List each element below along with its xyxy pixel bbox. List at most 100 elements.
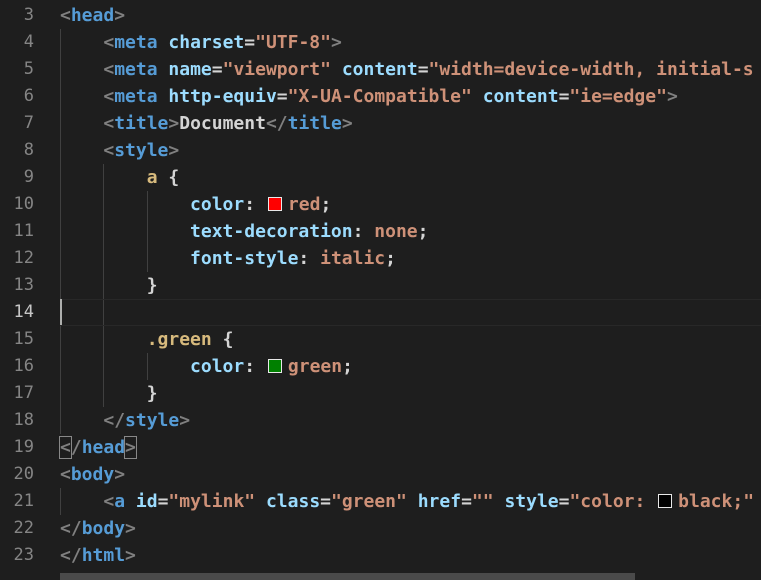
line-code: </head> [59,434,137,461]
code-line[interactable]: 22 </body> [0,515,761,542]
line-number: 23 [13,545,34,565]
code-token: > [330,32,342,53]
code-token: < [103,113,115,134]
code-line[interactable]: 10 color: red; [0,191,761,218]
code-token: : [244,194,266,215]
code-editor[interactable]: 3 <head> 4 <meta charset="UTF-8"> 5 <meta n… [0,0,761,580]
code-line[interactable]: 18 </style> [0,407,761,434]
code-token: < [103,32,115,53]
line-code: <meta charset="UTF-8"> [60,29,342,56]
code-token: color [190,194,245,215]
line-code: } [60,272,158,299]
code-token: > [341,113,353,134]
code-line[interactable]: 9 a { [0,164,761,191]
code-line[interactable]: 21 <a id="mylink" class="green" href="" … [0,488,761,515]
line-code: text-decoration: none; [60,218,428,245]
code-token: none [374,221,418,242]
code-token: = [558,491,570,512]
code-token: < [103,140,115,161]
code-token: color [190,356,245,377]
line-number: 8 [23,140,34,160]
code-line[interactable]: 5 <meta name="viewport" content="width=d… [0,56,761,83]
code-token: "ie=edge" [569,86,667,107]
code-line[interactable]: 16 color: green; [0,353,761,380]
code-token: Document [179,113,266,134]
code-line[interactable]: 17 } [0,380,761,407]
line-number: 3 [23,5,34,25]
code-token: } [60,383,158,404]
code-token: < [60,464,71,485]
line-code: } [60,380,158,407]
code-token: < [60,5,71,26]
code-line[interactable]: 4 <meta charset="UTF-8"> [0,29,761,56]
code-token: = [211,59,223,80]
code-token: red [287,194,321,215]
line-code: <title>Document</title> [60,110,353,137]
code-line[interactable]: 7 <title>Document</title> [0,110,761,137]
code-line[interactable]: 3 <head> [0,2,761,29]
code-token: a [114,491,126,512]
code-line[interactable]: 15 .green { [0,326,761,353]
line-number: 14 [13,302,34,322]
line-code: <a id="mylink" class="green" href="" sty… [60,488,754,515]
code-token: { [157,167,180,188]
code-token: > [125,545,136,566]
code-token: = [558,86,570,107]
code-line[interactable]: 11 text-decoration: none; [0,218,761,245]
line-number: 5 [23,59,34,79]
line-number: 13 [13,275,34,295]
code-line[interactable]: 23 </html> [0,542,761,569]
code-token: = [244,32,256,53]
code-line[interactable]: 6 <meta http-equiv="X-UA-Compatible" con… [0,83,761,110]
text-cursor [60,299,62,325]
code-token: "mylink" [168,491,256,512]
color-swatch[interactable] [658,494,673,508]
line-number: 16 [13,356,34,376]
line-number: 17 [13,383,34,403]
code-line[interactable]: 12 font-style: italic; [0,245,761,272]
code-token: : [298,248,321,269]
line-code: color: green; [60,353,353,380]
code-token: "viewport" [222,59,331,80]
code-token: style [125,410,180,431]
code-line[interactable]: 14 [0,299,761,326]
code-token: "UTF-8" [255,32,331,53]
line-code: <body> [60,461,125,488]
code-line[interactable]: 8 <style> [0,137,761,164]
horizontal-scrollbar[interactable] [60,573,635,580]
code-line[interactable]: 20 <body> [0,461,761,488]
code-token: title [287,113,342,134]
color-swatch[interactable] [267,359,282,373]
code-token: head [81,437,126,458]
code-token: http-equiv [168,86,277,107]
code-token: > [168,140,180,161]
code-token: href [417,491,462,512]
code-token: </ [60,518,82,539]
line-code: <meta name="viewport" content="width=dev… [60,56,754,83]
line-code: <style> [60,137,179,164]
code-token: > [168,113,180,134]
code-line[interactable]: 13 } [0,272,761,299]
code-token: black;" [678,491,755,512]
code-token: < [103,59,115,80]
code-token: > [124,436,137,459]
code-line[interactable]: 19 </head> [0,434,761,461]
code-token: content [341,59,418,80]
code-token: text-decoration [190,221,353,242]
color-swatch[interactable] [267,197,282,211]
code-token: "width=device-width, initial-s [428,59,754,80]
code-token: html [81,545,126,566]
line-number: 10 [13,194,34,214]
